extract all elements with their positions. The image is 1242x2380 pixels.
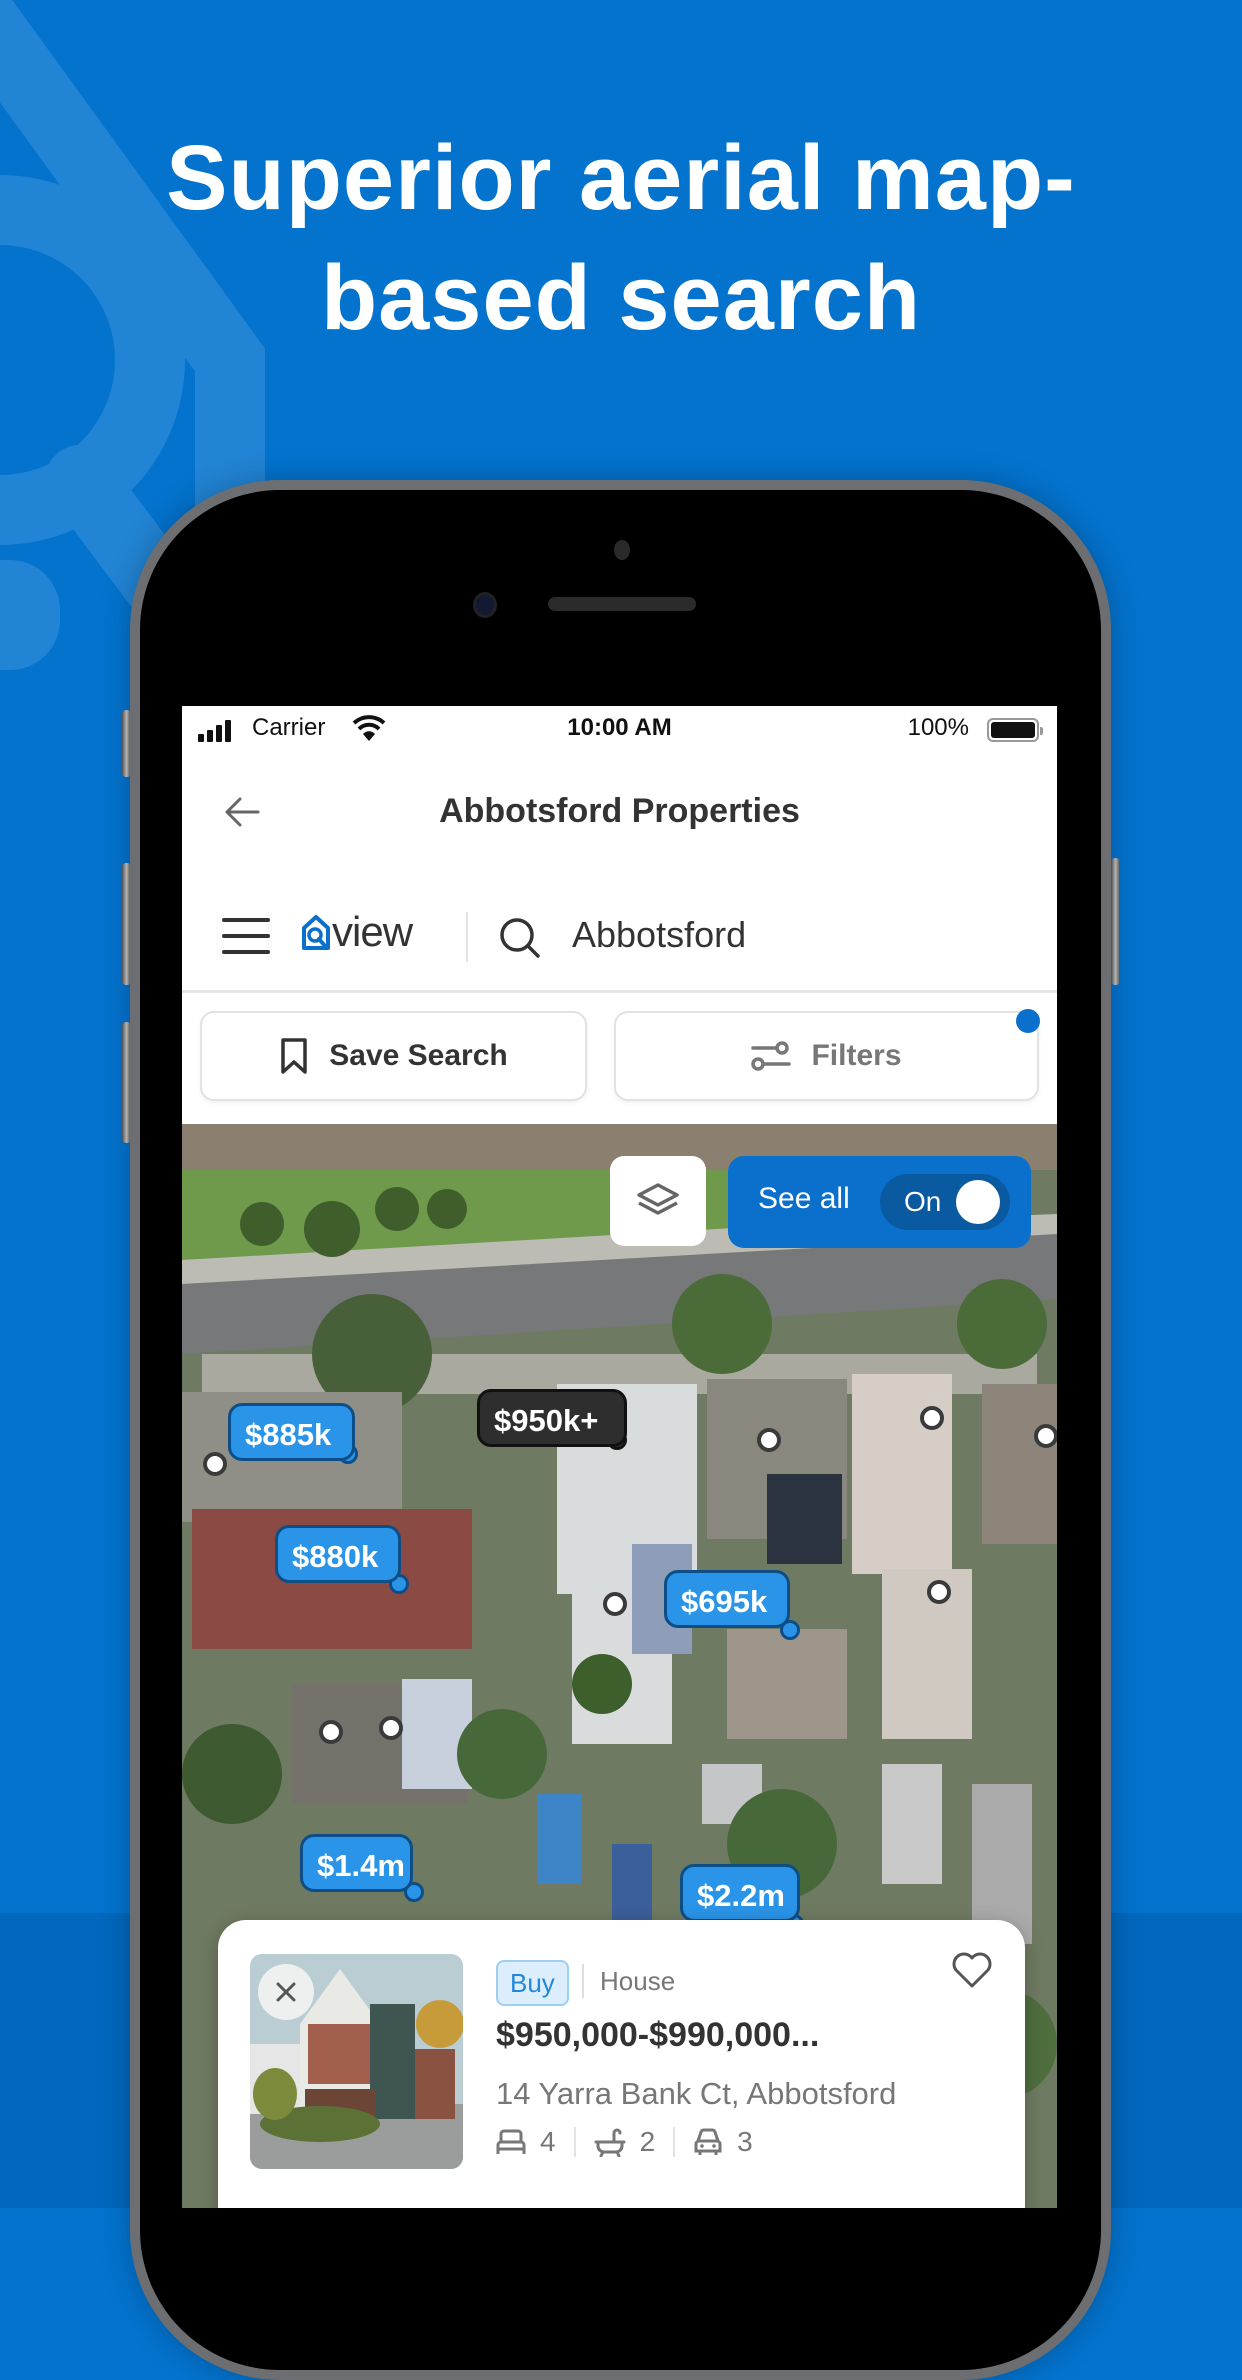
car-spaces: 3 (693, 2126, 753, 2158)
status-bar: Carrier 10:00 AM 100% (182, 706, 1057, 750)
headline-line-1: Superior aerial map- (166, 127, 1076, 229)
headline: Superior aerial map- based search (0, 118, 1242, 358)
listing-address: 14 Yarra Bank Ct, Abbotsford (496, 2076, 897, 2111)
nav-bar: Abbotsford Properties (182, 760, 1057, 870)
search-input[interactable]: Abbotsford (572, 914, 746, 956)
price-pin[interactable]: $695k (664, 1570, 790, 1628)
search-icon[interactable] (498, 916, 542, 960)
map-layers-button[interactable] (610, 1156, 706, 1246)
logo-house-icon (302, 915, 330, 950)
power-button (1111, 858, 1120, 985)
listing-price: $950,000-$990,000... (496, 2016, 820, 2054)
bedrooms-count: 4 (540, 2126, 556, 2157)
see-all-control: See all On (728, 1156, 1031, 1248)
property-type: House (600, 1966, 676, 1996)
battery-percent: 100% (907, 714, 969, 741)
car-icon (694, 2128, 722, 2155)
listing-photo[interactable] (250, 1954, 463, 2169)
see-all-label: See all (758, 1182, 850, 1215)
divider (466, 912, 468, 962)
filters-active-indicator (1016, 1009, 1040, 1033)
property-dot[interactable] (920, 1406, 944, 1430)
sliders-icon (751, 1041, 792, 1071)
toggle-state-label: On (904, 1186, 942, 1217)
property-dot[interactable] (379, 1716, 403, 1740)
close-card-button[interactable] (258, 1964, 314, 2020)
favorite-heart-icon[interactable] (950, 1948, 994, 1992)
divider (582, 1964, 584, 1998)
earpiece-speaker (548, 597, 696, 611)
headline-line-2: based search (320, 247, 922, 349)
price-pin[interactable]: $2.2m (680, 1864, 800, 1922)
property-dot[interactable] (927, 1580, 951, 1604)
bathrooms-count: 2 (639, 2126, 656, 2157)
bedrooms: 4 (496, 2126, 556, 2158)
car-spaces-count: 3 (737, 2126, 753, 2157)
filters-button[interactable]: Filters (614, 1011, 1039, 1101)
hamburger-menu-icon[interactable] (222, 918, 270, 954)
view-logo[interactable]: view (300, 908, 413, 956)
divider (673, 2127, 676, 2157)
layers-icon (637, 1183, 679, 1215)
property-dot[interactable] (603, 1592, 627, 1616)
divider (573, 2127, 576, 2157)
price-pin[interactable]: $950k+ (477, 1389, 627, 1447)
bath-icon (594, 2128, 626, 2157)
property-dot[interactable] (203, 1452, 227, 1476)
listing-type-badge: Buy (496, 1960, 569, 2006)
property-dot[interactable] (319, 1720, 343, 1744)
price-pin[interactable]: $885k (228, 1403, 355, 1461)
price-pin[interactable]: $1.4m (300, 1834, 413, 1892)
close-icon (276, 1982, 296, 2002)
battery-icon (987, 718, 1043, 742)
toggle-knob (956, 1180, 1000, 1224)
see-all-toggle[interactable]: On (880, 1174, 1010, 1230)
bookmark-icon (281, 1038, 308, 1074)
front-camera-icon (473, 592, 497, 618)
bathrooms: 2 (594, 2126, 656, 2158)
filters-label: Filters (811, 1039, 902, 1072)
bed-icon (496, 2129, 526, 2154)
logo-text: view (332, 908, 413, 955)
price-pin[interactable]: $880k (275, 1525, 401, 1583)
property-dot[interactable] (757, 1428, 781, 1452)
save-search-label: Save Search (329, 1039, 508, 1072)
listing-features: 4 2 3 (496, 2126, 753, 2158)
app-screen: Carrier 10:00 AM 100% Abbotsford Propert… (182, 706, 1057, 2208)
listing-card[interactable]: Buy House $950,000-$990,000... 14 Yarra … (218, 1920, 1025, 2208)
search-header: view Abbotsford (182, 878, 1057, 993)
page-title: Abbotsford Properties (439, 792, 800, 830)
save-search-button[interactable]: Save Search (200, 1011, 587, 1101)
property-dot[interactable] (1034, 1424, 1057, 1448)
proximity-sensor (614, 540, 630, 560)
